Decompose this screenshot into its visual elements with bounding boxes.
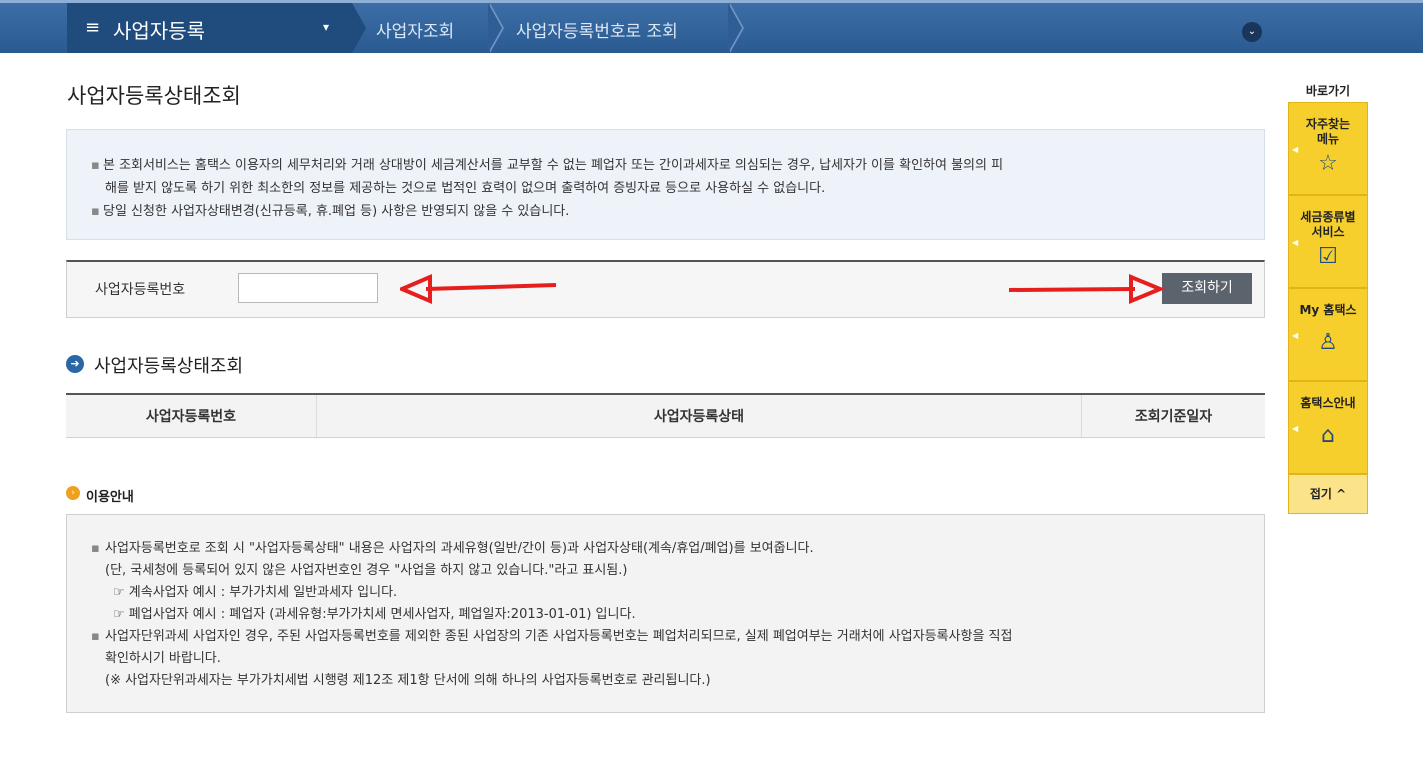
annotation-arrow-right-icon — [1008, 274, 1165, 304]
notice-text: 해를 받지 않도록 하기 위한 최소한의 정보를 제공하는 것으로 법적인 효력… — [105, 181, 826, 196]
quick-item-tax-services[interactable]: ◀ 세금종류별 서비스 ☑ — [1288, 195, 1368, 288]
quick-item-favorites[interactable]: ◀ 자주찾는 메뉴 ☆ — [1288, 102, 1368, 195]
quick-item-label: 자주찾는 메뉴 — [1289, 103, 1367, 147]
notice-line: ▪ 본 조회서비스는 홈택스 이용자의 세무처리와 거래 상대방이 세금계산서를… — [91, 154, 1234, 177]
business-number-input[interactable] — [238, 273, 378, 303]
guide-example-line: ☞ 폐업사업자 예시 : 폐업자 (과세유형:부가가치세 면세사업자, 폐업일자… — [113, 607, 636, 622]
annotation-arrow-left-icon — [400, 273, 557, 305]
quick-label-line: My 홈택스 — [1299, 303, 1357, 317]
quick-item-label: My 홈택스 — [1289, 289, 1367, 318]
guide-line: ▪ 사업자단위과세 사업자인 경우, 주된 사업자등록번호를 제외한 종된 사업… — [91, 626, 1240, 648]
notice-line: 해를 받지 않도록 하기 위한 최소한의 정보를 제공하는 것으로 법적인 효력… — [91, 177, 1234, 200]
bullet-icon: ▪ — [91, 204, 100, 219]
triangle-left-icon: ◀ — [1292, 144, 1299, 154]
quick-item-hometax-guide[interactable]: ◀ 홈택스안내 ⌂ — [1288, 381, 1368, 474]
top-navigation-bar: ≡ 사업자등록 ▾ 사업자조회 사업자등록번호로 조회 ⌄ — [0, 0, 1423, 53]
checkbox-icon: ☑ — [1318, 244, 1338, 269]
column-header-business-number: 사업자등록번호 — [66, 394, 317, 438]
arrow-circle-icon: ➜ — [66, 355, 84, 373]
fold-button[interactable]: 접기 ^ — [1288, 474, 1368, 514]
guide-text: 사업자등록번호로 조회 시 "사업자등록상태" 내용은 사업자의 과세유형(일반… — [105, 541, 814, 556]
notice-text: 당일 신청한 사업자상태변경(신규등록, 휴.폐업 등) 사항은 반영되지 않을… — [103, 204, 570, 219]
breadcrumb-lookup-by-number[interactable]: 사업자등록번호로 조회 — [516, 17, 678, 42]
guide-title-text: 이용안내 — [86, 490, 134, 505]
notice-line: ▪ 당일 신청한 사업자상태변경(신규등록, 휴.폐업 등) 사항은 반영되지 … — [91, 200, 1234, 223]
guide-line: (단, 국세청에 등록되어 있지 않은 사업자번호인 경우 "사업을 하지 않고… — [105, 563, 628, 578]
guide-example-line: ☞ 계속사업자 예시 : 부가가치세 일반과세자 입니다. — [113, 585, 398, 600]
search-button[interactable]: 조회하기 — [1162, 273, 1252, 304]
expand-down-icon[interactable]: ⌄ — [1242, 22, 1262, 42]
guide-line: 확인하시기 바랍니다. — [105, 651, 221, 666]
triangle-left-icon: ◀ — [1292, 237, 1299, 247]
chevron-circle-icon: › — [66, 486, 80, 500]
chevron-separator — [352, 3, 366, 53]
quick-item-my-hometax[interactable]: ◀ My 홈택스 ♙ — [1288, 288, 1368, 381]
quick-item-label: 홈택스안내 — [1289, 382, 1367, 411]
quick-menu: 바로가기 ◀ 자주찾는 메뉴 ☆ ◀ 세금종류별 서비스 ☑ ◀ My 홈택스 … — [1288, 80, 1368, 514]
star-icon: ☆ — [1318, 151, 1338, 176]
quick-label-line: 홈택스안내 — [1300, 396, 1356, 410]
results-table: 사업자등록번호 사업자등록상태 조회기준일자 — [66, 393, 1265, 438]
column-header-date: 조회기준일자 — [1081, 394, 1265, 438]
main-menu-selector[interactable]: ≡ 사업자등록 ▾ — [67, 3, 352, 53]
triangle-left-icon: ◀ — [1292, 330, 1299, 340]
caret-down-icon[interactable]: ▾ — [323, 20, 329, 34]
chevron-separator — [488, 3, 502, 53]
home-icon: ⌂ — [1321, 423, 1335, 448]
results-title-text: 사업자등록상태조회 — [94, 356, 244, 377]
hamburger-icon[interactable]: ≡ — [85, 17, 100, 38]
guide-line: ▪ 사업자등록번호로 조회 시 "사업자등록상태" 내용은 사업자의 과세유형(… — [91, 538, 1240, 560]
notice-text: 본 조회서비스는 홈택스 이용자의 세무처리와 거래 상대방이 세금계산서를 교… — [103, 158, 1004, 173]
quick-label-line: 서비스 — [1311, 225, 1345, 239]
user-icon: ♙ — [1318, 330, 1338, 355]
column-header-status: 사업자등록상태 — [316, 394, 1082, 438]
triangle-left-icon: ◀ — [1292, 423, 1299, 433]
notice-box: ▪ 본 조회서비스는 홈택스 이용자의 세무처리와 거래 상대방이 세금계산서를… — [66, 129, 1265, 240]
bullet-icon: ▪ — [91, 158, 100, 173]
quick-menu-header: 바로가기 — [1305, 84, 1351, 98]
quick-label-line: 세금종류별 — [1300, 210, 1356, 224]
menu-title[interactable]: 사업자등록 — [113, 15, 205, 44]
guide-box: ▪ 사업자등록번호로 조회 시 "사업자등록상태" 내용은 사업자의 과세유형(… — [66, 514, 1265, 713]
guide-text: 사업자단위과세 사업자인 경우, 주된 사업자등록번호를 제외한 종된 사업장의… — [105, 629, 1013, 644]
business-number-label: 사업자등록번호 — [95, 282, 186, 298]
guide-line: (※ 사업자단위과세자는 부가가치세법 시행령 제12조 제1항 단서에 의해 … — [105, 673, 711, 688]
bullet-icon: ▪ — [91, 629, 100, 644]
page-title: 사업자등록상태조회 — [67, 84, 241, 108]
bullet-icon: ▪ — [91, 541, 100, 556]
quick-item-label: 세금종류별 서비스 — [1289, 196, 1367, 240]
table-header-row: 사업자등록번호 사업자등록상태 조회기준일자 — [66, 394, 1265, 438]
quick-label-line: 자주찾는 — [1305, 117, 1351, 131]
breadcrumb-business-lookup[interactable]: 사업자조회 — [376, 17, 454, 42]
quick-label-line: 메뉴 — [1316, 132, 1340, 146]
chevron-separator — [728, 3, 742, 53]
